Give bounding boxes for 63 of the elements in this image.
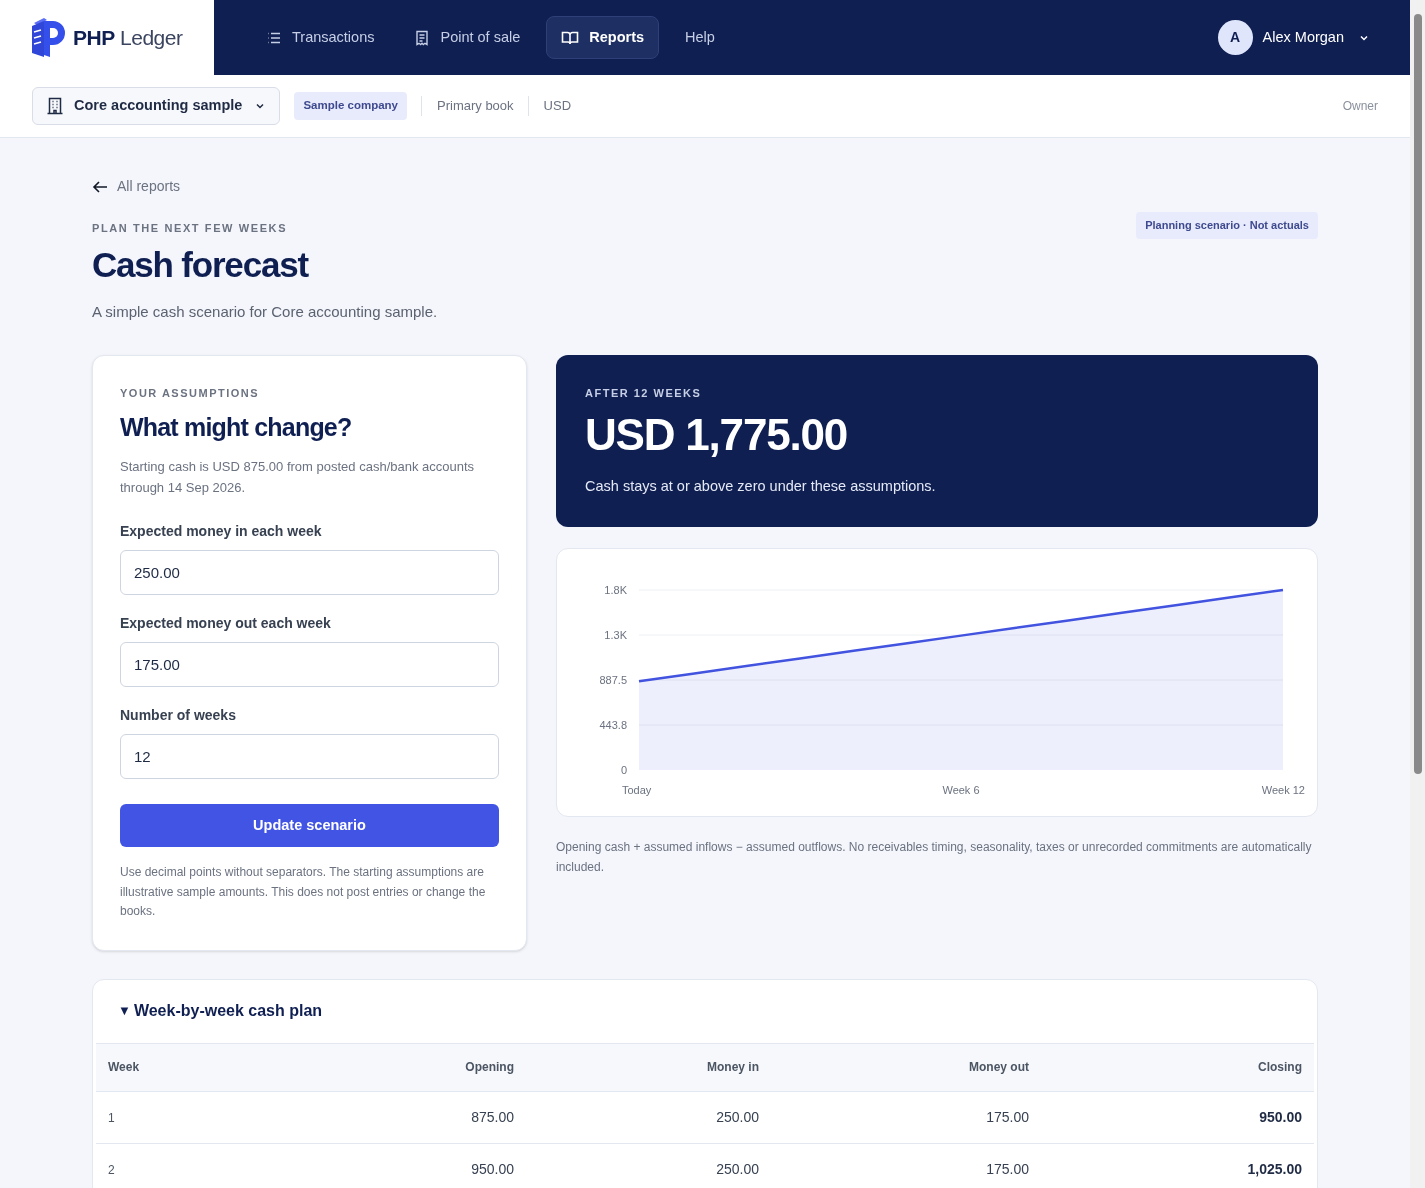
y-tick-label: 1.8K: [604, 584, 627, 596]
user-menu[interactable]: A Alex Morgan: [1217, 20, 1370, 55]
nav-tab[interactable]: Reports: [546, 16, 660, 59]
column-header: Closing: [1041, 1043, 1314, 1092]
table-cell: 875.00: [346, 1091, 526, 1144]
intro-text: Starting cash is USD 875.00 from posted cash/bank accounts through 14 Sep 2026.: [120, 458, 476, 497]
x-tick-label: Week 6: [942, 784, 980, 796]
card-eyebrow: YOUR ASSUMPTIONS: [120, 386, 261, 401]
table-cell: 175.00: [771, 1143, 1041, 1188]
y-tick-label: 0: [620, 764, 627, 776]
table-cell: 250.00: [526, 1091, 771, 1144]
column-header: Money out: [771, 1043, 1041, 1092]
avatar: A: [1217, 20, 1253, 55]
field-label: Expected money out each week: [120, 614, 332, 633]
table-cell: 175.00: [771, 1091, 1041, 1144]
table-cell: 950.00: [1041, 1091, 1314, 1144]
logo[interactable]: PHP Ledger: [0, 0, 214, 75]
page-subtitle: A simple cash scenario for Core accounting sample.: [92, 301, 438, 322]
input-field[interactable]: 250.00: [120, 550, 499, 595]
building-icon: [46, 97, 64, 115]
x-tick-label: Today: [622, 784, 652, 796]
column-header: Week: [96, 1043, 346, 1092]
role-label: Owner: [1342, 98, 1378, 115]
column-header: Money in: [526, 1043, 771, 1092]
logo-text: PHP Ledger: [73, 24, 183, 51]
nav-tab[interactable]: Transactions: [252, 16, 389, 59]
table-cell: 2: [96, 1143, 346, 1188]
field-label: Number of weeks: [120, 706, 237, 725]
company-selector[interactable]: Core accounting sample: [32, 87, 281, 125]
chart-note: Opening cash + assumed inflows − assumed outflows. No receivables timing, seasonality, taxes or unrecorded commitments are automatically included.: [556, 839, 1313, 876]
table-cell: 950.00: [346, 1143, 526, 1188]
eyebrow-text: PLAN THE NEXT FEW WEEKS: [92, 221, 289, 236]
table-cell: 1: [96, 1091, 346, 1144]
arrow-left-icon: [92, 179, 108, 194]
result-message: Cash stays at or above zero under these assumptions.: [585, 476, 937, 496]
page-title: Cash forecast: [92, 243, 310, 286]
scenario-badge: Planning scenario · Not actuals: [1136, 212, 1318, 239]
table-cell: 1,025.00: [1041, 1143, 1314, 1188]
back-link[interactable]: All reports: [92, 176, 181, 197]
column-header: Opening: [346, 1043, 526, 1092]
note-text: Use decimal points without separators. The starting assumptions are illustrative sample amounts. This does not post entries or change the books.: [120, 864, 487, 920]
scrollbar[interactable]: [1410, 0, 1425, 1188]
nav-tab[interactable]: Help: [671, 16, 729, 59]
y-tick-label: 887.5: [599, 674, 627, 686]
currency-label: USD: [543, 97, 572, 116]
field-label: Expected money in each week: [120, 522, 323, 541]
book-icon: [561, 29, 580, 46]
receipt-icon: [414, 29, 431, 46]
result-amount: USD 1,775.00: [585, 408, 848, 461]
logo-icon: [30, 16, 68, 59]
table-cell: 250.00: [526, 1143, 771, 1188]
nav-tab[interactable]: Point of sale: [400, 16, 535, 59]
x-tick-label: Week 12: [1261, 784, 1305, 796]
book-name: Primary book: [437, 97, 514, 116]
result-eyebrow: AFTER 12 WEEKS: [585, 386, 703, 401]
update-button[interactable]: Update scenario: [120, 804, 499, 847]
card-heading: What might change?: [120, 411, 353, 443]
company-badge: Sample company: [294, 92, 407, 120]
input-field[interactable]: 175.00: [120, 642, 499, 687]
plan-toggle[interactable]: ▼ Week-by-week cash plan: [96, 979, 1314, 1044]
input-field[interactable]: 12: [120, 734, 499, 779]
y-tick-label: 1.3K: [604, 629, 627, 641]
y-tick-label: 443.8: [599, 719, 627, 731]
